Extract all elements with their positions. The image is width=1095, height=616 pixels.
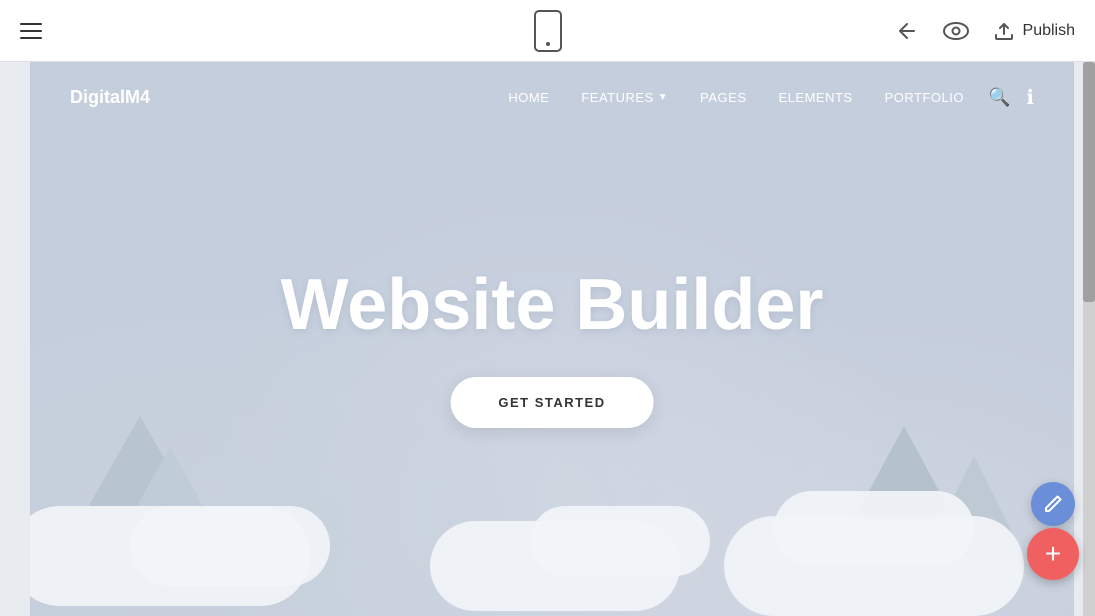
cloud-4: [530, 506, 710, 576]
nav-icons: 🔍 ℹ: [988, 85, 1034, 110]
preview-hero: Website Builder GET STARTED: [281, 266, 824, 428]
publish-button[interactable]: Publish: [993, 21, 1075, 41]
info-icon[interactable]: ℹ: [1026, 85, 1034, 110]
mobile-preview-icon[interactable]: [534, 10, 562, 52]
scrollbar-thumb[interactable]: [1083, 62, 1095, 302]
scrollbar-track[interactable]: [1083, 62, 1095, 616]
fab-edit-button[interactable]: [1031, 482, 1075, 526]
publish-label: Publish: [1023, 22, 1075, 40]
preview-button[interactable]: [943, 22, 969, 40]
hero-title: Website Builder: [281, 266, 824, 345]
preview-frame: DigitalM4 HOME FEATURES ▼ PAGES ELEMENTS: [30, 62, 1074, 616]
mobile-icon-dot: [546, 42, 550, 46]
nav-logo: DigitalM4: [70, 87, 150, 108]
menu-icon[interactable]: [20, 23, 42, 39]
toolbar-left: [20, 23, 42, 39]
nav-link-portfolio[interactable]: PORTFOLIO: [885, 90, 964, 105]
hero-cta-button[interactable]: GET STARTED: [450, 377, 653, 428]
back-button[interactable]: [895, 19, 919, 43]
clouds-layer: [30, 416, 1074, 616]
toolbar: Publish: [0, 0, 1095, 62]
nav-link-pages[interactable]: PAGES: [700, 90, 746, 105]
preview-wrapper: DigitalM4 HOME FEATURES ▼ PAGES ELEMENTS: [30, 62, 1074, 616]
nav-link-features[interactable]: FEATURES ▼: [581, 90, 668, 105]
toolbar-right: Publish: [895, 19, 1075, 43]
fab-add-button[interactable]: +: [1027, 528, 1079, 580]
main-content: DigitalM4 HOME FEATURES ▼ PAGES ELEMENTS: [0, 62, 1095, 616]
nav-link-elements[interactable]: ELEMENTS: [779, 90, 853, 105]
plus-icon: +: [1045, 540, 1061, 568]
cloud-2: [130, 506, 330, 586]
features-arrow-icon: ▼: [658, 92, 668, 103]
cloud-6: [774, 491, 974, 566]
toolbar-center: [534, 10, 562, 52]
preview-navbar: DigitalM4 HOME FEATURES ▼ PAGES ELEMENTS: [30, 62, 1074, 132]
search-icon[interactable]: 🔍: [988, 87, 1010, 108]
nav-link-home[interactable]: HOME: [508, 90, 549, 105]
nav-links: HOME FEATURES ▼ PAGES ELEMENTS PORTFOLIO: [508, 90, 964, 105]
